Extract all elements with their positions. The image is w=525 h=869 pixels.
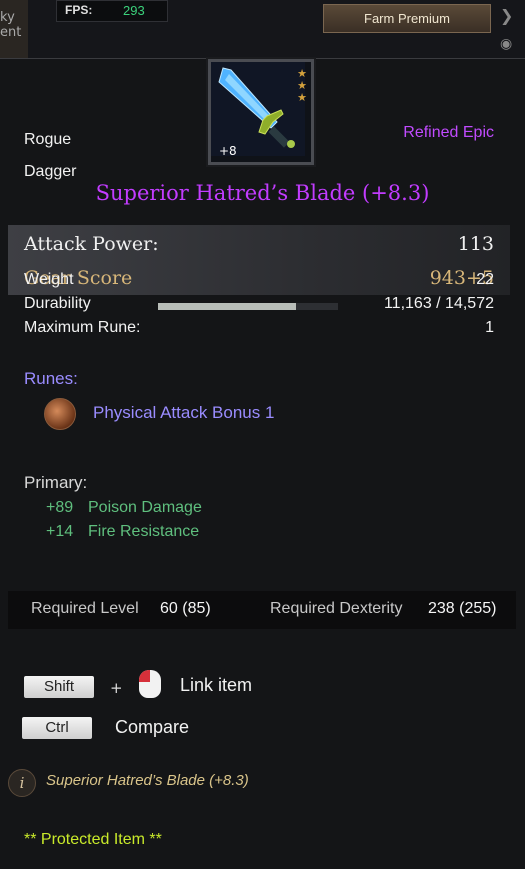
runes-label: Runes: (24, 369, 78, 388)
durability-label: Durability (24, 295, 91, 312)
attack-power-label: Attack Power: (24, 233, 159, 255)
max-rune-row: Maximum Rune: 1 (24, 319, 494, 337)
item-icon-frame: ★ ★ ★ +8 (208, 59, 314, 165)
shift-key: Shift (24, 676, 94, 698)
req-level-label: Required Level (31, 600, 139, 617)
enhance-level: +8 (219, 144, 237, 158)
side-tab[interactable]: ky ent (0, 0, 28, 60)
item-type: Dagger (24, 163, 77, 180)
weight-row: Weight 22 (24, 271, 494, 289)
primary-stat-name: Fire Resistance (88, 523, 200, 540)
primary-stat-value: +14 (46, 523, 74, 540)
durability-bar (158, 303, 338, 310)
dagger-icon (211, 62, 305, 156)
link-item-label: Link item (180, 675, 253, 695)
primary-stat-row: +89 Poison Damage (46, 499, 202, 517)
max-rune-value: 1 (485, 319, 494, 336)
durability-bar-fill (158, 303, 296, 310)
side-tab-label: ky ent (0, 10, 22, 40)
fps-counter: FPS: 293 (56, 0, 168, 22)
farm-premium-button[interactable]: Farm Premium (323, 4, 491, 33)
fps-label: FPS: (65, 3, 93, 17)
weight-value: 22 (476, 271, 494, 288)
durability-row: Durability 11,163 / 14,572 (24, 295, 494, 313)
fps-value: 293 (123, 3, 145, 18)
requirements-band: Required Level 60 (85) Required Dexterit… (8, 591, 516, 629)
chevron-right-icon[interactable]: ❯ (500, 6, 513, 25)
primary-stat-value: +89 (46, 499, 74, 516)
eye-icon[interactable]: ◉ (500, 36, 512, 52)
durability-value: 11,163 / 14,572 (383, 295, 494, 312)
compare-label: Compare (115, 717, 190, 737)
lore-text: Superior Hatred’s Blade (+8.3) (46, 772, 249, 789)
rune-name: Physical Attack Bonus 1 (93, 403, 275, 422)
primary-stat-name: Poison Damage (88, 499, 202, 516)
attack-power-value: 113 (457, 233, 494, 255)
item-class: Rogue (24, 131, 72, 148)
ctrl-key: Ctrl (22, 717, 92, 739)
item-tooltip: ★ ★ ★ +8 Rogue Dagger Refined Epic Superio… (0, 58, 525, 869)
primary-label: Primary: (24, 473, 88, 492)
plus-sign: + (110, 679, 123, 697)
rune-icon (44, 398, 76, 430)
max-rune-label: Maximum Rune: (24, 319, 141, 336)
req-level-value: 60 (85) (160, 600, 211, 617)
star-rating: ★ ★ ★ (297, 67, 307, 104)
req-dex-label: Required Dexterity (270, 600, 403, 617)
weight-label: Weight (24, 271, 74, 288)
item-name: Superior Hatred’s Blade (+8.3) (95, 181, 430, 205)
mouse-left-click-icon (139, 670, 161, 698)
req-dex-value: 238 (255) (428, 600, 497, 617)
item-rarity: Refined Epic (403, 124, 494, 141)
info-icon: i (8, 769, 36, 797)
protected-item-label: ** Protected Item ** (24, 831, 162, 848)
primary-stat-row: +14 Fire Resistance (46, 523, 199, 541)
